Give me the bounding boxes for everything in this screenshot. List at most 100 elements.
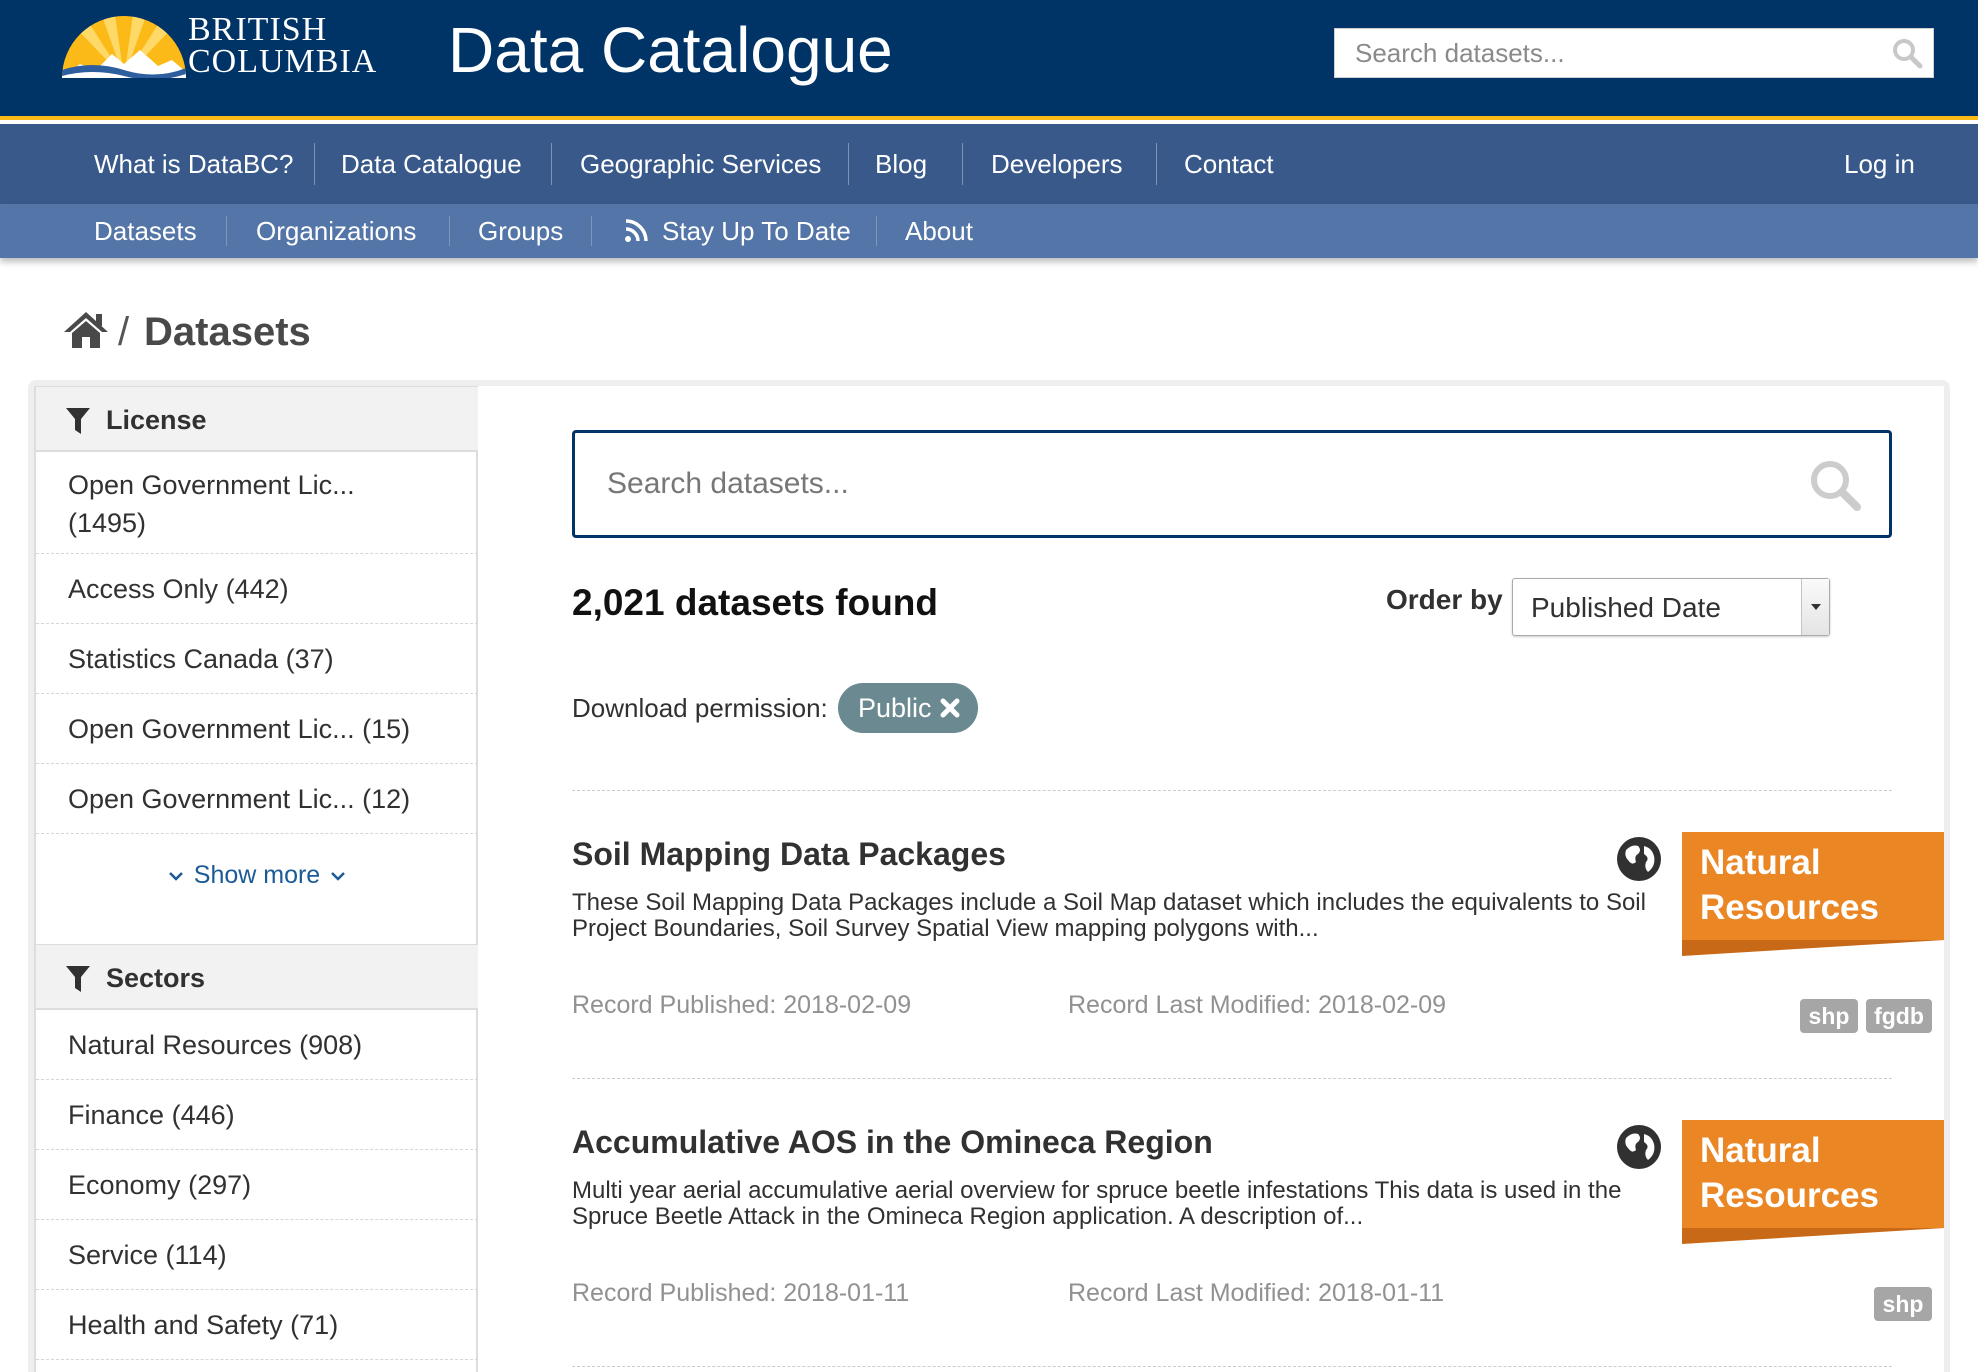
sector-ribbon[interactable]: Natural Resources (1682, 832, 1944, 956)
active-filter-pill[interactable]: Public (838, 683, 978, 733)
header-search-input[interactable] (1335, 29, 1875, 77)
facet-item-count: (446) (171, 1100, 235, 1130)
facet-item-label: Open Government Lic... (68, 714, 355, 744)
subnav-divider (591, 216, 592, 246)
facet-item-license[interactable]: Open Government Lic... (1495) (36, 452, 478, 554)
order-by-label: Order by (1386, 584, 1503, 615)
logo-wordmark: BRITISH COLUMBIA (188, 13, 378, 80)
facet-item-label: Service (68, 1240, 159, 1270)
nav-divider (551, 143, 552, 185)
subnav-divider (226, 216, 227, 246)
nav-divider (1156, 143, 1157, 185)
home-icon[interactable] (64, 310, 108, 350)
dataset-modified: Record Last Modified: 2018-02-09 (1068, 991, 1447, 1019)
facet-item-license[interactable]: Statistics Canada (37) (36, 624, 478, 694)
format-badge[interactable]: fgdb (1866, 999, 1932, 1033)
order-by-value: Published Date (1531, 592, 1721, 623)
nav-data-catalogue[interactable]: Data Catalogue (341, 124, 522, 204)
subnav-divider (876, 216, 877, 246)
dataset-search-input[interactable] (575, 433, 1775, 535)
nav-divider (314, 143, 315, 185)
divider (572, 1366, 1892, 1367)
facet-item-count: (297) (188, 1170, 252, 1200)
facet-item-label: Natural Resources (68, 1030, 292, 1060)
divider (572, 790, 1892, 791)
facet-item-count: (12) (362, 784, 411, 814)
facet-item-label: Economy (68, 1170, 181, 1200)
facet-item-count: (1495) (68, 508, 147, 538)
dataset-published: Record Published: 2018-01-11 (572, 1279, 910, 1307)
format-badge[interactable]: shp (1800, 999, 1858, 1033)
facet-item-sector[interactable]: Natural Resources (908) (36, 1010, 478, 1080)
chevron-down-icon (331, 872, 346, 882)
show-more-label: Show more (193, 861, 321, 889)
globe-icon (1617, 1125, 1661, 1169)
dataset-description: Multi year aerial accumulative aerial ov… (572, 1177, 1622, 1230)
facet-item-label: Statistics Canada (68, 644, 279, 674)
site-header: BRITISH COLUMBIA Data Catalogue (0, 0, 1978, 120)
facet-item-count: (71) (290, 1310, 339, 1340)
globe-icon (1617, 837, 1661, 881)
close-icon[interactable] (940, 698, 960, 718)
dropdown-arrow-icon (1801, 579, 1829, 635)
dataset-title[interactable]: Soil Mapping Data Packages (572, 832, 1006, 876)
facet-item-label: Open Government Lic... (68, 470, 355, 500)
facet-item-sector[interactable]: Service (114) (36, 1220, 478, 1290)
dataset-title[interactable]: Accumulative AOS in the Omineca Region (572, 1120, 1213, 1164)
nav-geographic-services[interactable]: Geographic Services (580, 124, 821, 204)
subnav-datasets[interactable]: Datasets (94, 204, 197, 258)
facet-header-license: License (36, 386, 478, 452)
facet-item-sector[interactable]: Finance (446) (36, 1080, 478, 1150)
search-icon[interactable] (1807, 457, 1863, 513)
search-icon[interactable] (1891, 37, 1923, 69)
facet-title: Sectors (106, 963, 206, 993)
subnav-organizations[interactable]: Organizations (256, 204, 416, 258)
nav-divider (848, 143, 849, 185)
login-link[interactable]: Log in (1844, 124, 1915, 204)
facet-header-sectors: Sectors (36, 944, 478, 1010)
nav-contact[interactable]: Contact (1184, 124, 1274, 204)
filter-icon (66, 408, 90, 434)
nav-blog[interactable]: Blog (875, 124, 927, 204)
subnav-groups[interactable]: Groups (478, 204, 563, 258)
breadcrumb-separator: / (118, 310, 130, 354)
facet-item-count: (15) (362, 714, 411, 744)
sub-nav: Datasets Organizations Groups Stay Up To… (0, 204, 1978, 258)
facet-sidebar: License Open Government Lic... (1495) Ac… (34, 386, 478, 1372)
page-title: Datasets (144, 310, 311, 354)
filter-icon (66, 966, 90, 992)
facet-item-count: (908) (299, 1030, 363, 1060)
facet-item-license[interactable]: Open Government Lic... (15) (36, 694, 478, 764)
active-filter-value: Public (858, 693, 932, 723)
sector-ribbon-fold (1682, 940, 1944, 956)
facet-item-sector[interactable]: Economy (297) (36, 1150, 478, 1220)
facet-item-label: Open Government Lic... (68, 784, 355, 814)
facet-item-label: Health and Safety (68, 1310, 283, 1340)
format-badge[interactable]: shp (1874, 1287, 1932, 1321)
chevron-down-icon (168, 872, 183, 882)
sector-label: Natural Resources (1700, 843, 1879, 927)
order-by-select[interactable]: Published Date (1512, 578, 1830, 636)
logo-line-2: COLUMBIA (188, 43, 378, 80)
nav-what-is-databc[interactable]: What is DataBC? (94, 124, 293, 204)
facet-item-label: Finance (68, 1100, 165, 1130)
divider (572, 1078, 1892, 1079)
sector-ribbon[interactable]: Natural Resources (1682, 1120, 1944, 1244)
nav-divider (962, 143, 963, 185)
facet-item-sector[interactable]: Health and Safety (71) (36, 1290, 478, 1360)
main-nav: What is DataBC? Data Catalogue Geographi… (0, 124, 1978, 204)
show-more-button[interactable]: Show more (36, 834, 478, 916)
subnav-divider (449, 216, 450, 246)
subnav-about[interactable]: About (905, 204, 973, 258)
subnav-stay-up-to-date[interactable]: Stay Up To Date (662, 204, 851, 258)
facet-title: License (106, 405, 207, 435)
site-title[interactable]: Data Catalogue (448, 10, 893, 90)
rss-icon (625, 219, 648, 242)
dataset-published: Record Published: 2018-02-09 (572, 991, 912, 1019)
sector-ribbon-fold (1682, 1228, 1944, 1244)
sector-label: Natural Resources (1700, 1131, 1879, 1215)
facet-item-count: (114) (165, 1240, 227, 1270)
facet-item-license[interactable]: Open Government Lic... (12) (36, 764, 478, 834)
facet-item-license[interactable]: Access Only (442) (36, 554, 478, 624)
nav-developers[interactable]: Developers (991, 124, 1123, 204)
